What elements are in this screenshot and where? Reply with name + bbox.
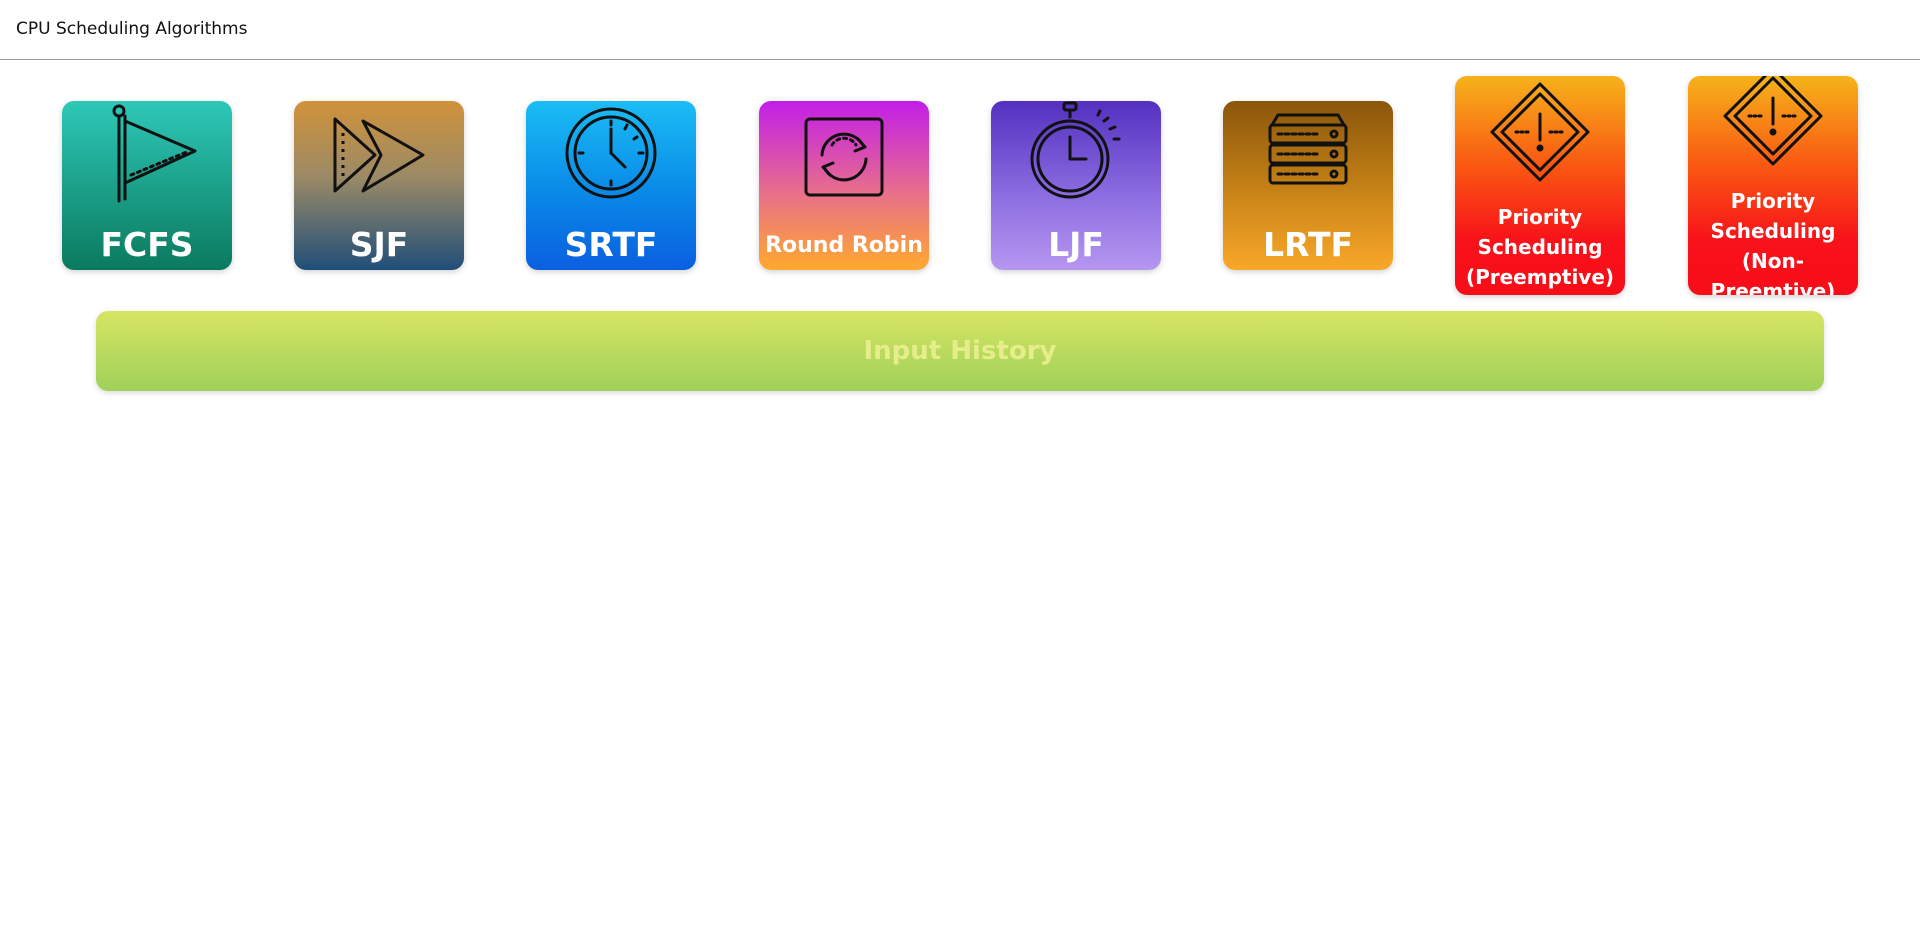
algorithm-label: Priority Scheduling (Non- Preemtive) (1688, 186, 1858, 295)
algorithm-card-fcfs[interactable]: FCFS (62, 101, 232, 270)
algorithm-label: Priority Scheduling (Preemptive) (1455, 202, 1625, 292)
algorithm-label: SJF (349, 225, 409, 264)
input-history-label: Input History (863, 336, 1057, 366)
input-history-button[interactable]: Input History (96, 311, 1824, 391)
label-line: Priority (1497, 205, 1583, 229)
label-line: Preemtive) (1710, 279, 1836, 295)
algorithm-label: Round Robin (765, 233, 923, 258)
algorithm-card-sjf[interactable]: SJF (294, 101, 464, 270)
algorithm-label: SRTF (564, 225, 658, 264)
algorithm-label: FCFS (100, 225, 194, 264)
server-stack-icon (1268, 113, 1348, 185)
stopwatch-icon (1030, 101, 1121, 199)
refresh-cycle-icon (804, 117, 884, 197)
label-line: Scheduling (1710, 219, 1836, 243)
label-line: (Non- (1741, 249, 1805, 273)
algorithm-card-srtf[interactable]: SRTF (526, 101, 696, 270)
warning-sign-icon (1490, 82, 1590, 182)
algorithm-card-priority-preemptive[interactable]: Priority Scheduling (Preemptive) (1455, 76, 1625, 295)
algorithm-card-ljf[interactable]: LJF (991, 101, 1161, 270)
algorithm-card-priority-non-preemptive[interactable]: Priority Scheduling (Non- Preemtive) (1688, 76, 1858, 295)
fast-forward-icon (333, 117, 425, 193)
app-title: CPU Scheduling Algorithms (16, 19, 248, 39)
top-bar: CPU Scheduling Algorithms (0, 0, 1920, 60)
algorithm-label: LRTF (1262, 225, 1353, 264)
algorithm-card-round-robin[interactable]: Round Robin (759, 101, 929, 270)
label-line: Priority (1730, 189, 1816, 213)
algorithm-card-lrtf[interactable]: LRTF (1223, 101, 1393, 270)
warning-sign-icon (1723, 76, 1823, 166)
clock-icon (565, 107, 657, 199)
label-line: Scheduling (1477, 235, 1603, 259)
flag-icon (112, 104, 197, 203)
algorithm-label: LJF (1048, 225, 1104, 264)
label-line: (Preemptive) (1465, 265, 1615, 289)
